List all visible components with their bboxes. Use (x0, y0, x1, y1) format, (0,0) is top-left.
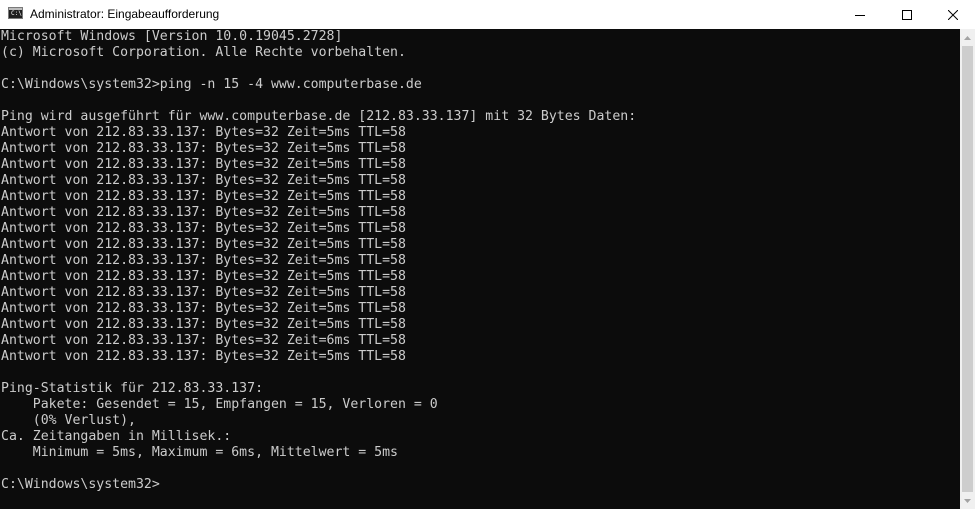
console-line: Antwort von 212.83.33.137: Bytes=32 Zeit… (1, 285, 406, 300)
window-title: Administrator: Eingabeaufforderung (30, 7, 220, 21)
console-line: Antwort von 212.83.33.137: Bytes=32 Zeit… (1, 349, 406, 364)
close-button[interactable] (930, 0, 975, 29)
console-line: Ping wird ausgeführt für www.computerbas… (1, 109, 637, 124)
console-line: Antwort von 212.83.33.137: Bytes=32 Zeit… (1, 205, 406, 220)
console-line: Minimum = 5ms, Maximum = 6ms, Mittelwert… (1, 445, 398, 460)
console-line: Antwort von 212.83.33.137: Bytes=32 Zeit… (1, 125, 406, 140)
command-prompt-window: C:\ Administrator: Eingabeaufforderung M… (0, 0, 975, 509)
console-line: C:\Windows\system32> (1, 477, 160, 492)
title-bar[interactable]: C:\ Administrator: Eingabeaufforderung (0, 0, 975, 29)
vertical-scrollbar[interactable] (960, 29, 975, 509)
chevron-down-icon (964, 498, 971, 503)
minimize-icon (855, 14, 865, 16)
console-line: Antwort von 212.83.33.137: Bytes=32 Zeit… (1, 301, 406, 316)
console-line: Antwort von 212.83.33.137: Bytes=32 Zeit… (1, 253, 406, 268)
console-icon-text: C:\ (11, 10, 22, 17)
console-line: Antwort von 212.83.33.137: Bytes=32 Zeit… (1, 173, 406, 188)
console-line: Antwort von 212.83.33.137: Bytes=32 Zeit… (1, 317, 406, 332)
console-line: Antwort von 212.83.33.137: Bytes=32 Zeit… (1, 269, 406, 284)
scroll-down-button[interactable] (960, 492, 975, 509)
console-line: Antwort von 212.83.33.137: Bytes=32 Zeit… (1, 333, 406, 348)
console-line: Microsoft Windows [Version 10.0.19045.27… (1, 29, 343, 44)
console-text: Microsoft Windows [Version 10.0.19045.27… (1, 29, 636, 493)
maximize-icon (902, 9, 912, 20)
console-line: Antwort von 212.83.33.137: Bytes=32 Zeit… (1, 189, 406, 204)
minimize-button[interactable] (837, 0, 883, 29)
scroll-up-button[interactable] (960, 29, 975, 46)
maximize-button[interactable] (884, 0, 930, 29)
console-line: Ca. Zeitangaben in Millisek.: (1, 429, 232, 444)
console-icon[interactable]: C:\ (8, 7, 23, 19)
console-line: Ping-Statistik für 212.83.33.137: (1, 381, 264, 396)
console-output[interactable]: Microsoft Windows [Version 10.0.19045.27… (0, 29, 960, 509)
chevron-up-icon (964, 35, 971, 40)
console-line: Antwort von 212.83.33.137: Bytes=32 Zeit… (1, 221, 406, 236)
console-line: Antwort von 212.83.33.137: Bytes=32 Zeit… (1, 141, 406, 156)
console-line: (0% Verlust), (1, 413, 136, 428)
console-line: (c) Microsoft Corporation. Alle Rechte v… (1, 45, 406, 60)
console-line: C:\Windows\system32>ping -n 15 -4 www.co… (1, 77, 422, 92)
scrollbar-thumb[interactable] (962, 46, 973, 492)
close-icon (948, 9, 958, 20)
console-line: Pakete: Gesendet = 15, Empfangen = 15, V… (1, 397, 438, 412)
console-line: Antwort von 212.83.33.137: Bytes=32 Zeit… (1, 237, 406, 252)
console-line: Antwort von 212.83.33.137: Bytes=32 Zeit… (1, 157, 406, 172)
